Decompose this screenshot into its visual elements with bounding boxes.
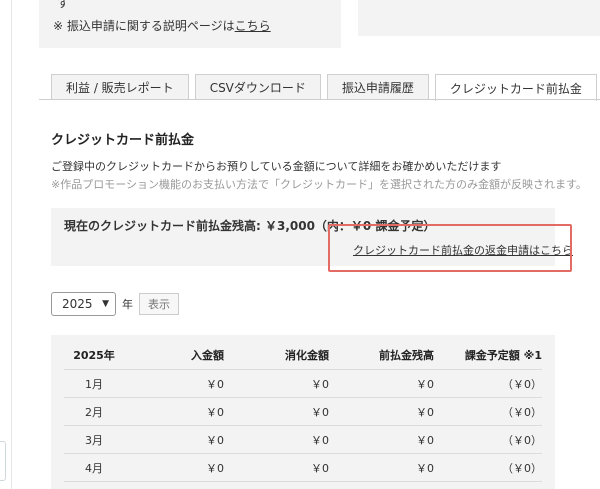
sidebar-collapsed-item[interactable] <box>0 441 6 481</box>
row-month: 5月 <box>64 482 124 489</box>
info-text-line: す <box>57 0 70 10</box>
year-filter: 2025 ▼ 年 表示 <box>51 292 179 316</box>
balance-summary: 現在のクレジットカード前払金残高: ￥3,000（内：￥0 課金予定） <box>64 219 436 233</box>
transfer-info-box: す ※ 振込申請に関する説明ページはこちら <box>39 0 341 48</box>
tab-transfer-history[interactable]: 振込申請履歴 <box>326 74 429 100</box>
row-scheduled: （￥0） <box>502 406 542 419</box>
year-unit-label: 年 <box>122 298 133 311</box>
section-title: クレジットカード前払金 <box>51 133 195 148</box>
row-consumed: ￥0 <box>311 462 329 475</box>
table-row: 4月 ￥0 ￥0 ￥0 （￥0） <box>64 453 542 481</box>
row-consumed: ￥0 <box>311 406 329 419</box>
row-balance: ￥0 <box>416 462 434 475</box>
side-panel <box>358 0 600 36</box>
header-deposit: 入金額 <box>191 349 224 362</box>
tab-csv-download[interactable]: CSVダウンロード <box>194 74 321 100</box>
row-scheduled: （￥0） <box>502 378 542 391</box>
section-description: ご登録中のクレジットカードからお預りしている金額について詳細をお確かめいただけま… <box>51 160 502 173</box>
year-select[interactable]: 2025 ▼ <box>51 292 116 316</box>
tab-credit-prepayment[interactable]: クレジットカード前払金 <box>434 74 597 101</box>
info-note-text: ※ 振込申請に関する説明ページは <box>53 19 235 33</box>
show-button[interactable]: 表示 <box>139 293 179 315</box>
tab-profit-report[interactable]: 利益 / 販売レポート <box>51 74 189 100</box>
table-row: 1月 ￥0 ￥0 ￥0 （￥0） <box>64 369 542 397</box>
year-select-value: 2025 <box>62 297 93 311</box>
table-header: 2025年 入金額 消化金額 前払金残高 課金予定額 ※1 <box>64 341 542 369</box>
header-scheduled: 課金予定額 ※1 <box>464 349 542 362</box>
row-consumed: ￥0 <box>311 378 329 391</box>
row-deposit: ￥0 <box>206 378 224 391</box>
row-deposit: ￥0 <box>206 406 224 419</box>
header-balance: 前払金残高 <box>379 349 434 362</box>
transfer-help-link[interactable]: こちら <box>235 19 271 33</box>
row-month: 4月 <box>85 462 103 475</box>
row-deposit: ￥0 <box>206 462 224 475</box>
row-balance: ￥0 <box>416 434 434 447</box>
left-sidebar-rail <box>0 0 12 489</box>
row-month: 2月 <box>85 406 103 419</box>
row-balance: ￥0 <box>416 378 434 391</box>
row-consumed: ￥0 <box>311 434 329 447</box>
row-month: 3月 <box>85 434 103 447</box>
chevron-down-icon: ▼ <box>102 299 109 309</box>
row-balance: ￥0 <box>416 406 434 419</box>
row-scheduled: （￥0） <box>502 462 542 475</box>
header-year: 2025年 <box>73 349 115 362</box>
refund-request-link[interactable]: クレジットカード前払金の返金申請はこちら <box>353 242 573 258</box>
info-note: ※ 振込申請に関する説明ページはこちら <box>53 17 271 34</box>
row-deposit: ￥0 <box>206 434 224 447</box>
table-row: 5月 <box>64 481 542 489</box>
monthly-table: 2025年 入金額 消化金額 前払金残高 課金予定額 ※1 1月 ￥0 ￥0 ￥… <box>51 335 555 489</box>
section-note: ※作品プロモーション機能のお支払い方法で「クレジットカード」を選択された方のみ金… <box>51 178 587 191</box>
row-month: 1月 <box>85 378 103 391</box>
row-scheduled: （￥0） <box>502 434 542 447</box>
header-consumed: 消化金額 <box>285 349 329 362</box>
report-tabs: 利益 / 販売レポート CSVダウンロード 振込申請履歴 クレジットカード前払金 <box>51 74 597 101</box>
table-row: 2月 ￥0 ￥0 ￥0 （￥0） <box>64 397 542 425</box>
table-row: 3月 ￥0 ￥0 ￥0 （￥0） <box>64 425 542 453</box>
tabs-divider <box>39 99 600 100</box>
